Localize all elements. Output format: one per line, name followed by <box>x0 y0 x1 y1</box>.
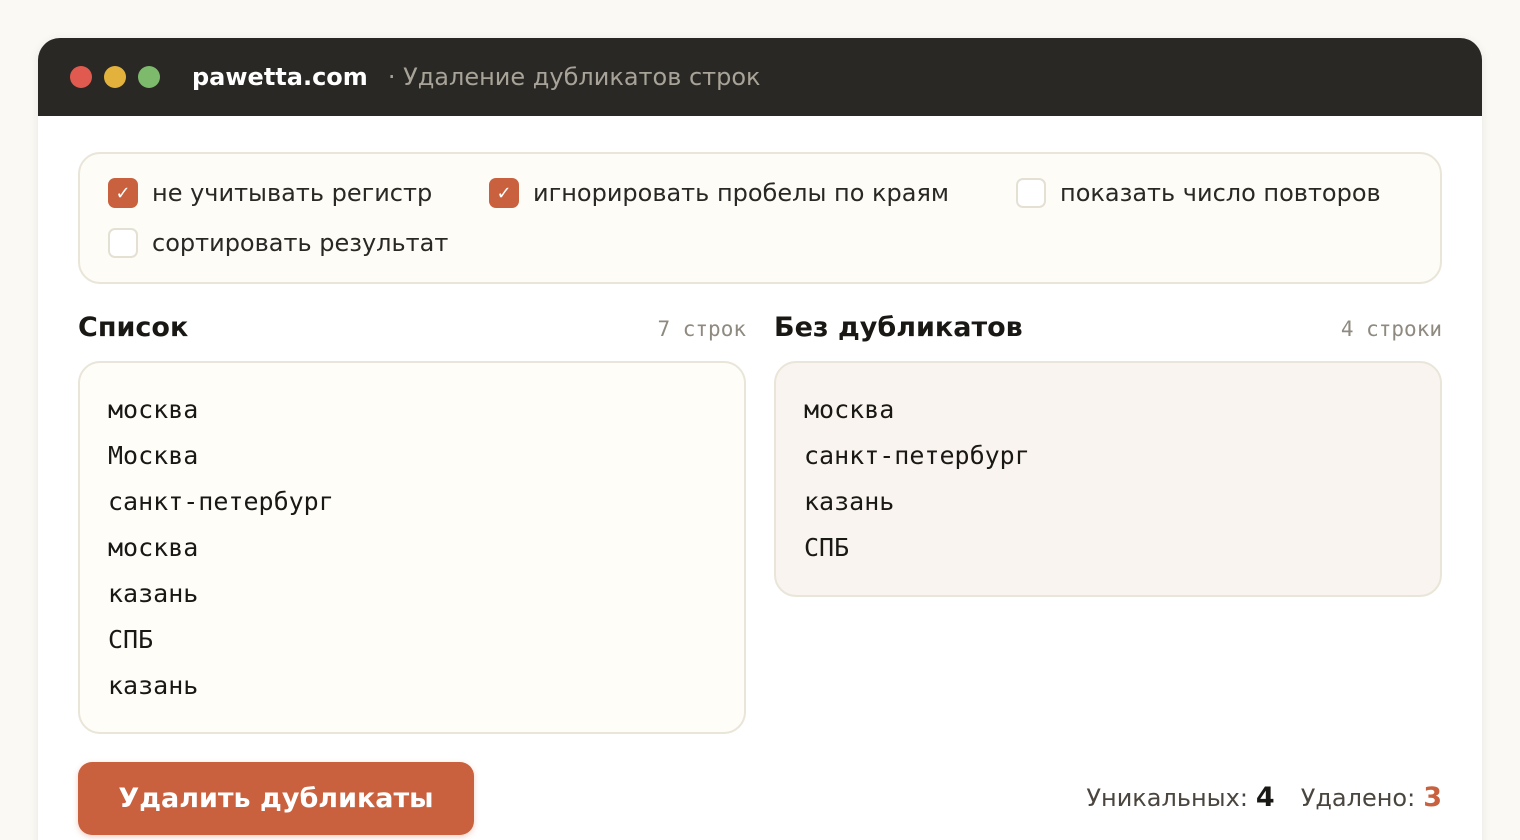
option-label: сортировать результат <box>152 229 449 257</box>
checkbox-ignore-case[interactable]: ✓ <box>108 178 138 208</box>
titlebar: pawetta.com · Удаление дубликатов строк <box>38 38 1482 116</box>
option-ignore-case[interactable]: ✓ не учитывать регистр <box>108 178 432 208</box>
checkbox-trim-spaces[interactable]: ✓ <box>489 178 519 208</box>
option-sort-result[interactable]: сортировать результат <box>108 228 448 258</box>
checkbox-sort-result[interactable] <box>108 228 138 258</box>
removed-value: 3 <box>1423 782 1442 813</box>
input-line: Москва <box>108 441 199 470</box>
checkbox-show-repeat-count[interactable] <box>1016 178 1046 208</box>
output-line-count: 4 строки <box>1340 317 1442 341</box>
input-line: казань <box>108 579 199 608</box>
input-line-count: 7 строк <box>657 317 746 341</box>
input-panel-header: Список 7 строк <box>78 312 746 343</box>
remove-duplicates-button[interactable]: Удалить дубликаты <box>78 762 474 835</box>
input-line: москва <box>108 533 199 562</box>
unique-value: 4 <box>1255 782 1275 813</box>
check-icon: ✓ <box>115 182 131 204</box>
options-panel: ✓ не учитывать регистр ✓ игнорировать пр… <box>78 152 1442 284</box>
maximize-window-button[interactable] <box>138 66 160 88</box>
output-line: СПБ <box>804 533 850 562</box>
input-title: Список <box>78 312 189 343</box>
option-label: не учитывать регистр <box>152 179 433 207</box>
output-panel-header: Без дубликатов 4 строки <box>774 312 1442 343</box>
output-line: казань <box>804 487 895 516</box>
input-textarea[interactable]: москва Москва санкт-петербург москва каз… <box>78 361 746 734</box>
output-title: Без дубликатов <box>774 312 1023 343</box>
option-label: игнорировать пробелы по краям <box>533 179 950 207</box>
output-line: москва <box>804 395 895 424</box>
minimize-window-button[interactable] <box>104 66 126 88</box>
removed-label: Удалено: <box>1300 784 1416 812</box>
page-subtitle: · Удаление дубликатов строк <box>387 63 761 91</box>
option-show-repeat-count[interactable]: показать число повторов <box>1016 178 1381 208</box>
input-line: москва <box>108 395 199 424</box>
check-icon: ✓ <box>496 182 512 204</box>
close-window-button[interactable] <box>70 66 92 88</box>
output-textarea[interactable]: москва санкт-петербург казань СПБ <box>774 361 1442 597</box>
input-line: санкт-петербург <box>108 487 334 516</box>
unique-label: Уникальных: <box>1086 784 1248 812</box>
output-line: санкт-петербург <box>804 441 1030 470</box>
app-window: pawetta.com · Удаление дубликатов строк … <box>38 38 1482 840</box>
stats-summary: Уникальных: 4 Удалено: 3 <box>1086 782 1442 813</box>
option-label: показать число повторов <box>1060 179 1381 207</box>
site-name: pawetta.com <box>192 63 368 91</box>
input-line: СПБ <box>108 625 154 654</box>
option-trim-spaces[interactable]: ✓ игнорировать пробелы по краям <box>489 178 949 208</box>
input-line: казань <box>108 671 199 700</box>
